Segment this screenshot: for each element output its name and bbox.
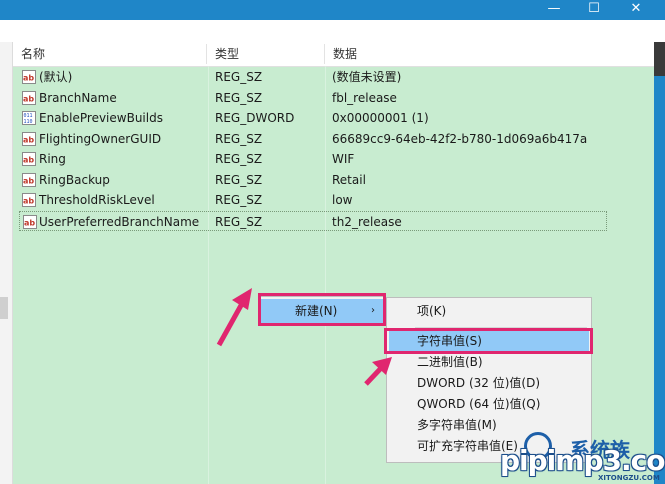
arrow-to-new-menu: [216, 298, 247, 347]
watermark: 系统族 pipimp3.com XITONGZU.COM: [480, 432, 665, 484]
watermark-sub: XITONGZU.COM: [598, 474, 660, 482]
annotation-arrows: [216, 288, 392, 386]
watermark-text: pipimp3.com: [500, 444, 665, 477]
